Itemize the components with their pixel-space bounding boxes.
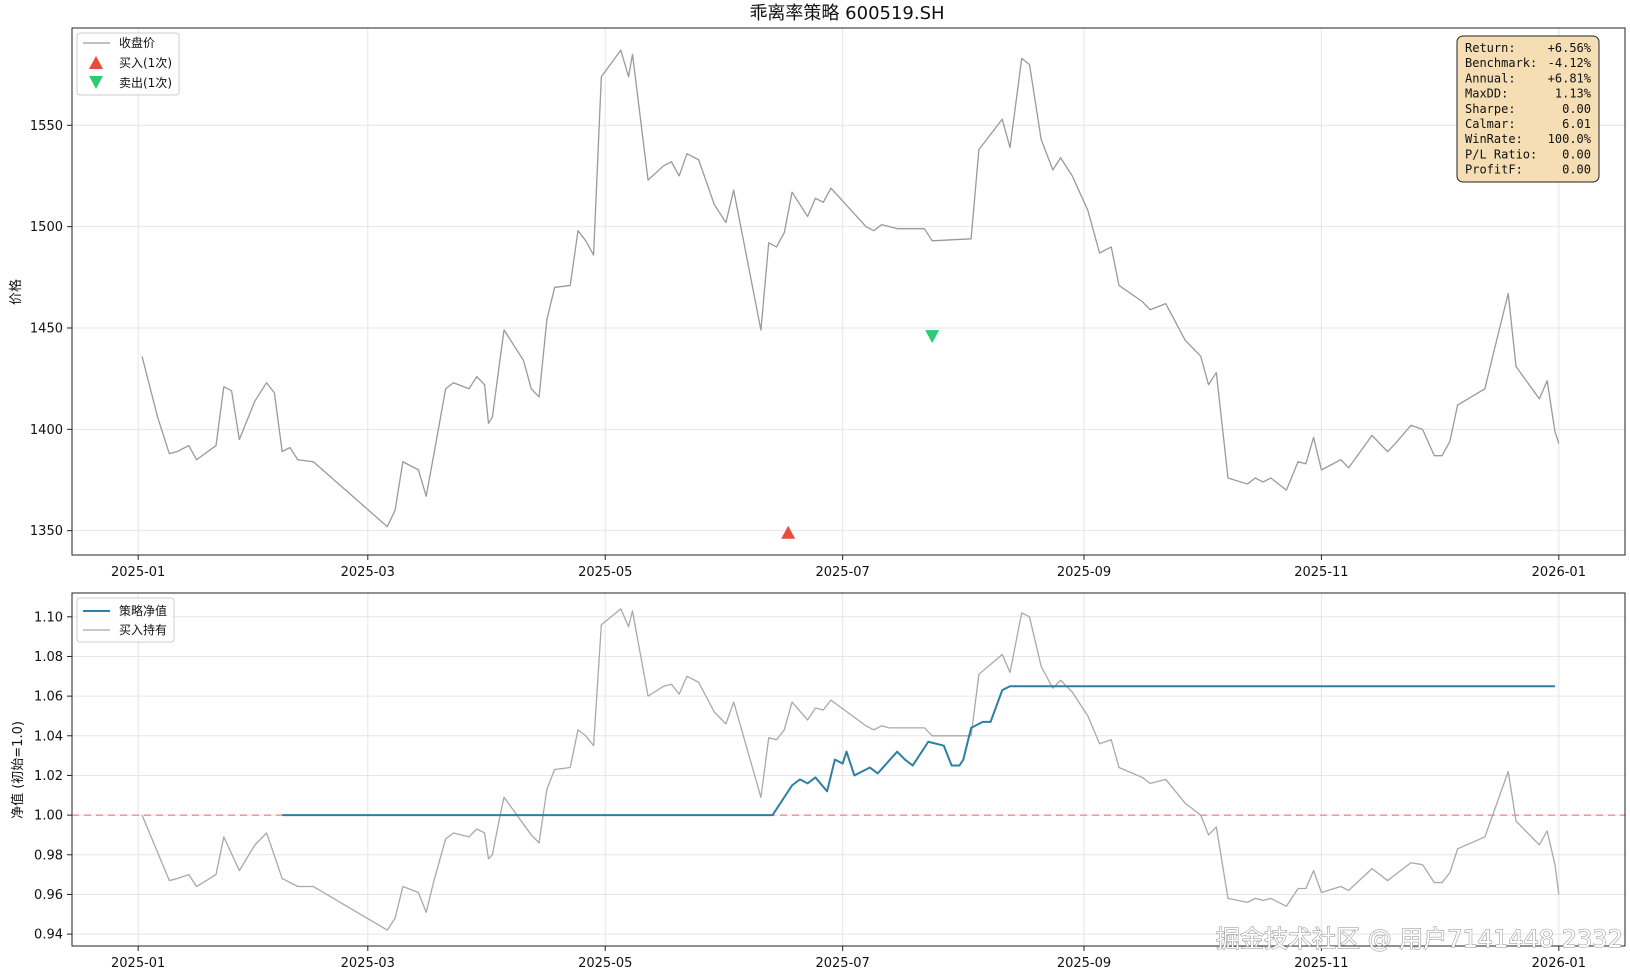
stats-value: 100.0% — [1548, 132, 1592, 146]
price-y-axis-label: 价格 — [8, 279, 24, 305]
stats-label: MaxDD: — [1465, 87, 1508, 101]
bot-y-tick-label: 0.94 — [34, 928, 63, 943]
bot-y-tick-label: 1.06 — [34, 690, 63, 705]
bot-y-tick-label: 1.02 — [34, 769, 63, 784]
bot-x-tick-label: 2025-11 — [1294, 956, 1348, 971]
top-x-tick-label: 2025-01 — [111, 565, 165, 580]
price-legend: 收盘价 买入(1次) 卖出(1次) — [76, 32, 180, 96]
top-y-tick-label: 1550 — [30, 119, 63, 134]
legend-buy-hold-label: 买入持有 — [119, 622, 167, 637]
nav-y-axis-label: 净值 (初始=1.0) — [10, 721, 26, 819]
watermark-text: 掘金技术社区 @ 用户7141448 2332 — [1216, 925, 1623, 953]
nav-legend: 策略净值 买入持有 — [76, 597, 175, 643]
stats-label: Benchmark: — [1465, 56, 1537, 70]
top-x-tick-label: 2025-03 — [341, 565, 395, 580]
stats-label: WinRate: — [1465, 132, 1523, 146]
stats-label: P/L Ratio: — [1465, 147, 1537, 161]
stats-value: -4.12% — [1548, 56, 1592, 70]
stats-value: 1.13% — [1555, 87, 1592, 101]
bot-y-tick-label: 1.04 — [34, 729, 63, 744]
bot-x-tick-label: 2025-07 — [815, 956, 869, 971]
bot-x-tick-label: 2025-05 — [578, 956, 632, 971]
backtest-figure: 乖离率策略 600519.SH 1350 1400 1450 1500 1550 202… — [0, 0, 1630, 978]
stats-value: 0.00 — [1562, 147, 1591, 161]
top-x-tick-label: 2026-01 — [1532, 565, 1586, 580]
stats-label: Calmar: — [1465, 117, 1516, 131]
top-y-tick-label: 1500 — [30, 220, 63, 235]
stats-box: Return: +6.56% Benchmark: -4.12% Annual: +6.8… — [1456, 35, 1600, 183]
top-x-tick-label: 2025-09 — [1057, 565, 1111, 580]
bot-x-tick-label: 2025-03 — [341, 956, 395, 971]
bot-y-tick-label: 0.98 — [34, 848, 63, 863]
legend-close-price-label: 收盘价 — [119, 35, 155, 50]
bot-x-tick-label: 2025-09 — [1057, 956, 1111, 971]
stats-value: +6.81% — [1548, 71, 1592, 85]
stats-label: Return: — [1465, 41, 1516, 55]
stats-value: 0.00 — [1562, 102, 1591, 116]
legend-buy-label: 买入(1次) — [119, 56, 172, 70]
top-y-tick-label: 1450 — [30, 321, 63, 336]
bot-y-tick-label: 1.10 — [34, 610, 63, 625]
stats-value: +6.56% — [1548, 41, 1592, 55]
bot-y-tick-label: 1.00 — [34, 809, 63, 824]
top-x-tick-label: 2025-11 — [1294, 565, 1348, 580]
top-y-tick-label: 1350 — [30, 524, 63, 539]
stats-label: Annual: — [1465, 71, 1516, 85]
stats-value: 6.01 — [1562, 117, 1591, 131]
stats-label: Sharpe: — [1465, 102, 1516, 116]
top-x-tick-label: 2025-05 — [578, 565, 632, 580]
chart-title: 乖离率策略 600519.SH — [749, 3, 944, 24]
stats-label: ProfitF: — [1465, 163, 1523, 177]
top-y-tick-label: 1400 — [30, 423, 63, 438]
bot-y-tick-label: 0.96 — [34, 888, 63, 903]
legend-strategy-nav-label: 策略净值 — [119, 603, 167, 618]
bot-x-tick-label: 2026-01 — [1532, 956, 1586, 971]
top-x-tick-label: 2025-07 — [815, 565, 869, 580]
legend-sell-label: 卖出(1次) — [119, 76, 172, 90]
bot-x-tick-label: 2025-01 — [111, 956, 165, 971]
stats-value: 0.00 — [1562, 163, 1591, 177]
bot-y-tick-label: 1.08 — [34, 650, 63, 665]
